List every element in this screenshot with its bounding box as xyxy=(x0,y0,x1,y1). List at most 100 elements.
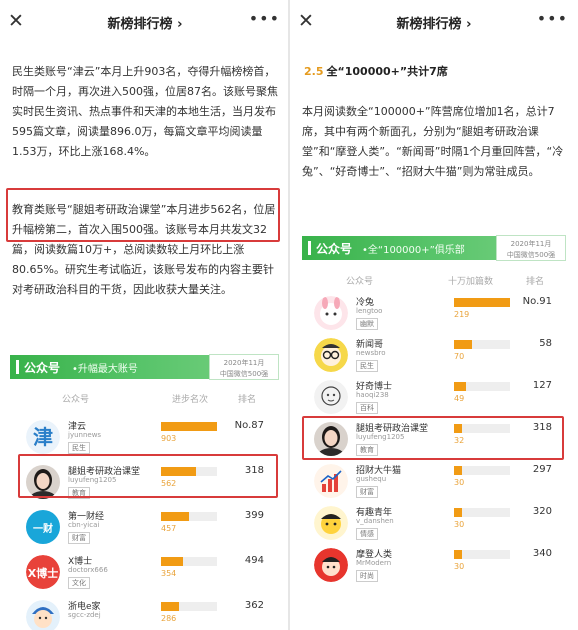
bar-value: 30 xyxy=(454,520,465,529)
rank-value: No.91 xyxy=(522,296,552,307)
bar-value: 286 xyxy=(161,614,177,623)
bar-value: 49 xyxy=(454,394,465,403)
avatar xyxy=(314,548,348,582)
account-id: cbn-yicai xyxy=(68,521,100,529)
banner-source: 中国微信500强 xyxy=(219,370,269,378)
category-tag: 百科 xyxy=(356,402,378,414)
banner-brand: 公众号 xyxy=(24,361,61,375)
bar-value: 30 xyxy=(454,562,465,571)
value-bar-fill xyxy=(454,508,462,517)
account-id: haoqi238 xyxy=(356,391,389,399)
rank-value: 297 xyxy=(532,464,552,475)
svg-text:津: 津 xyxy=(33,425,53,449)
value-bar xyxy=(454,340,510,349)
avatar: 一财 xyxy=(26,510,60,544)
category-tag: 财富 xyxy=(68,532,90,544)
avatar xyxy=(314,506,348,540)
column-header-count: 十万加篇数 xyxy=(448,277,494,287)
more-options-icon[interactable]: ••• xyxy=(249,10,280,28)
category-tag: 幽默 xyxy=(356,318,378,330)
rank-value: 399 xyxy=(244,510,264,521)
account-id: gushequ xyxy=(356,475,387,483)
banner-brand: 公众号 xyxy=(316,242,353,256)
rank-value: 127 xyxy=(532,380,552,391)
value-bar-fill xyxy=(454,550,462,559)
highlight-box xyxy=(6,188,280,242)
list-item[interactable]: 新闻哥 newsbro 民生 70 58 xyxy=(314,336,564,376)
list-item[interactable]: 招财大牛猫 gushequ 财富 30 297 xyxy=(314,462,564,502)
avatar: X博士 xyxy=(26,555,60,589)
account-id: jyunnews xyxy=(68,431,102,439)
banner-date-tag: 2020年11月 中国微信500强 xyxy=(209,354,279,380)
value-bar xyxy=(454,466,510,475)
value-bar-fill xyxy=(161,512,189,521)
value-bar xyxy=(161,602,217,611)
account-id: newsbro xyxy=(356,349,386,357)
value-bar xyxy=(161,557,217,566)
value-bar-fill xyxy=(454,382,466,391)
account-id: sgcc-zdej xyxy=(68,611,101,619)
bar-value: 354 xyxy=(161,569,177,578)
value-bar xyxy=(454,550,510,559)
category-tag: 民生 xyxy=(68,442,90,454)
article-paragraph-1: 民生类账号“津云”本月上升903名，夺得升幅榜榜首，时隔一个月，再次进入500强… xyxy=(12,65,278,158)
account-id: doctorx666 xyxy=(68,566,108,574)
rank-value: No.87 xyxy=(234,420,264,431)
column-header-change: 进步名次 xyxy=(172,395,209,405)
value-bar xyxy=(161,512,217,521)
section-number: 2.5 xyxy=(304,65,324,78)
avatar xyxy=(314,338,348,372)
account-id: lengtoo xyxy=(356,307,383,315)
list-item[interactable]: 好奇博士 haoqi238 百科 49 127 xyxy=(314,378,564,418)
banner-subtitle: •全“100000+”俱乐部 xyxy=(362,245,465,256)
category-tag: 民生 xyxy=(356,360,378,372)
avatar: 津 xyxy=(26,420,60,454)
rank-value: 320 xyxy=(532,506,552,517)
rank-value: 494 xyxy=(244,555,264,566)
list-item[interactable]: 摩登人类 MrModern 时尚 30 340 xyxy=(314,546,564,586)
bar-value: 30 xyxy=(454,478,465,487)
avatar xyxy=(314,296,348,330)
column-header-rank: 排名 xyxy=(238,395,257,405)
avatar xyxy=(314,464,348,498)
value-bar-fill xyxy=(454,298,510,307)
banner-accent-bar xyxy=(16,360,19,374)
banner-date: 2020年11月 xyxy=(510,240,552,248)
banner-source: 中国微信500强 xyxy=(506,251,556,259)
article-paragraph: 本月阅读数全“100000+”阵营席位增加1名，总计7席，其中有两个新面孔，分别… xyxy=(302,105,564,178)
list-item[interactable]: 有趣青年 v_danshen 情感 30 320 xyxy=(314,504,564,544)
bar-value: 903 xyxy=(161,434,177,443)
category-tag: 文化 xyxy=(68,577,90,589)
page-title[interactable]: 新榜排行榜 › xyxy=(0,13,290,32)
list-item[interactable]: 浙电e家 sgcc-zdej 286 362 xyxy=(26,598,272,630)
column-header-account: 公众号 xyxy=(346,277,374,287)
account-id: v_danshen xyxy=(356,517,394,525)
top-bar: ✕ 新榜排行榜 › ••• xyxy=(0,0,290,46)
section-title: 全“100000+”共计7席 xyxy=(326,65,448,78)
value-bar-fill xyxy=(454,466,462,475)
category-tag: 时尚 xyxy=(356,570,378,582)
value-bar xyxy=(454,508,510,517)
row-highlight-box xyxy=(302,416,564,460)
top-bar: ✕ 新榜排行榜 › ••• xyxy=(290,0,578,46)
column-header-rank: 排名 xyxy=(526,277,545,287)
rank-value: 340 xyxy=(532,548,552,559)
value-bar xyxy=(161,422,217,431)
list-item[interactable]: 一财 第一财经 cbn-yicai 财富 457 399 xyxy=(26,508,272,548)
page-title[interactable]: 新榜排行榜 › xyxy=(290,13,578,32)
svg-text:X博士: X博士 xyxy=(28,566,58,580)
category-tag: 财富 xyxy=(356,486,378,498)
section-heading: 2.5 全“100000+”共计7席 xyxy=(304,63,448,79)
value-bar-fill xyxy=(161,557,183,566)
banner-accent-bar xyxy=(308,241,311,255)
column-header-account: 公众号 xyxy=(62,395,90,405)
list-item[interactable]: 冷兔 lengtoo 幽默 219 No.91 xyxy=(314,294,564,334)
value-bar xyxy=(454,298,510,307)
more-options-icon[interactable]: ••• xyxy=(537,10,568,28)
row-highlight-box xyxy=(18,454,278,498)
bar-value: 70 xyxy=(454,352,465,361)
bar-value: 219 xyxy=(454,310,470,319)
banner-subtitle: •升幅最大账号 xyxy=(72,364,138,375)
list-item[interactable]: X博士 X博士 doctorx666 文化 354 494 xyxy=(26,553,272,593)
list-item[interactable]: 津津云 jyunnews 民生 903 No.87 xyxy=(26,418,272,458)
